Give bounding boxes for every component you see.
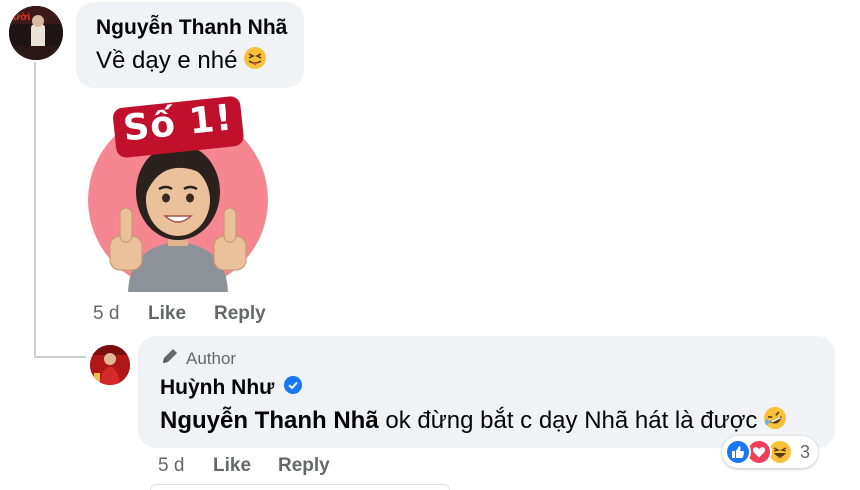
reaction-summary[interactable]: 3 <box>722 436 819 468</box>
reply-input-box[interactable] <box>150 484 450 490</box>
reply-author-row: Huỳnh Như <box>160 376 303 400</box>
like-button[interactable]: Like <box>213 455 251 477</box>
reaction-count: 3 <box>800 441 811 462</box>
like-reaction-icon <box>725 439 751 465</box>
comment-text-row: Về dạy e nhé <box>96 46 267 77</box>
reply-button[interactable]: Reply <box>278 455 330 477</box>
like-button[interactable]: Like <box>148 303 186 325</box>
comment-bubble: Nguyễn Thanh Nhã Về dạy e nhé <box>76 2 304 88</box>
svg-text:ười: ười <box>13 12 30 23</box>
thread-branch-line <box>34 356 86 358</box>
reply-button[interactable]: Reply <box>214 303 266 325</box>
rolling-laughing-emoji-icon <box>763 406 787 437</box>
comment-text: Về dạy e nhé <box>96 46 238 74</box>
reply-text-row: Nguyễn Thanh Nhã ok đừng bắt c dạy Nhã h… <box>160 406 787 437</box>
squinting-tongue-emoji-icon <box>243 46 267 77</box>
avatar[interactable]: ười <box>9 6 63 60</box>
verified-badge-icon <box>284 376 303 400</box>
pencil-icon <box>160 346 180 371</box>
reply-timestamp[interactable]: 5 d <box>158 455 184 477</box>
avatar[interactable] <box>90 345 130 385</box>
reply-author[interactable]: Huỳnh Như <box>160 376 274 399</box>
author-badge-label: Author <box>186 348 237 368</box>
comment-author[interactable]: Nguyễn Thanh Nhã <box>96 16 287 40</box>
comment-timestamp[interactable]: 5 d <box>93 303 119 325</box>
mention-link[interactable]: Nguyễn Thanh Nhã <box>160 407 379 434</box>
author-badge: Author <box>160 346 236 371</box>
thread-line <box>34 62 36 358</box>
sticker-image: Số 1! <box>80 96 276 292</box>
reply-text: ok đừng bắt c dạy Nhã hát là được <box>385 406 758 434</box>
